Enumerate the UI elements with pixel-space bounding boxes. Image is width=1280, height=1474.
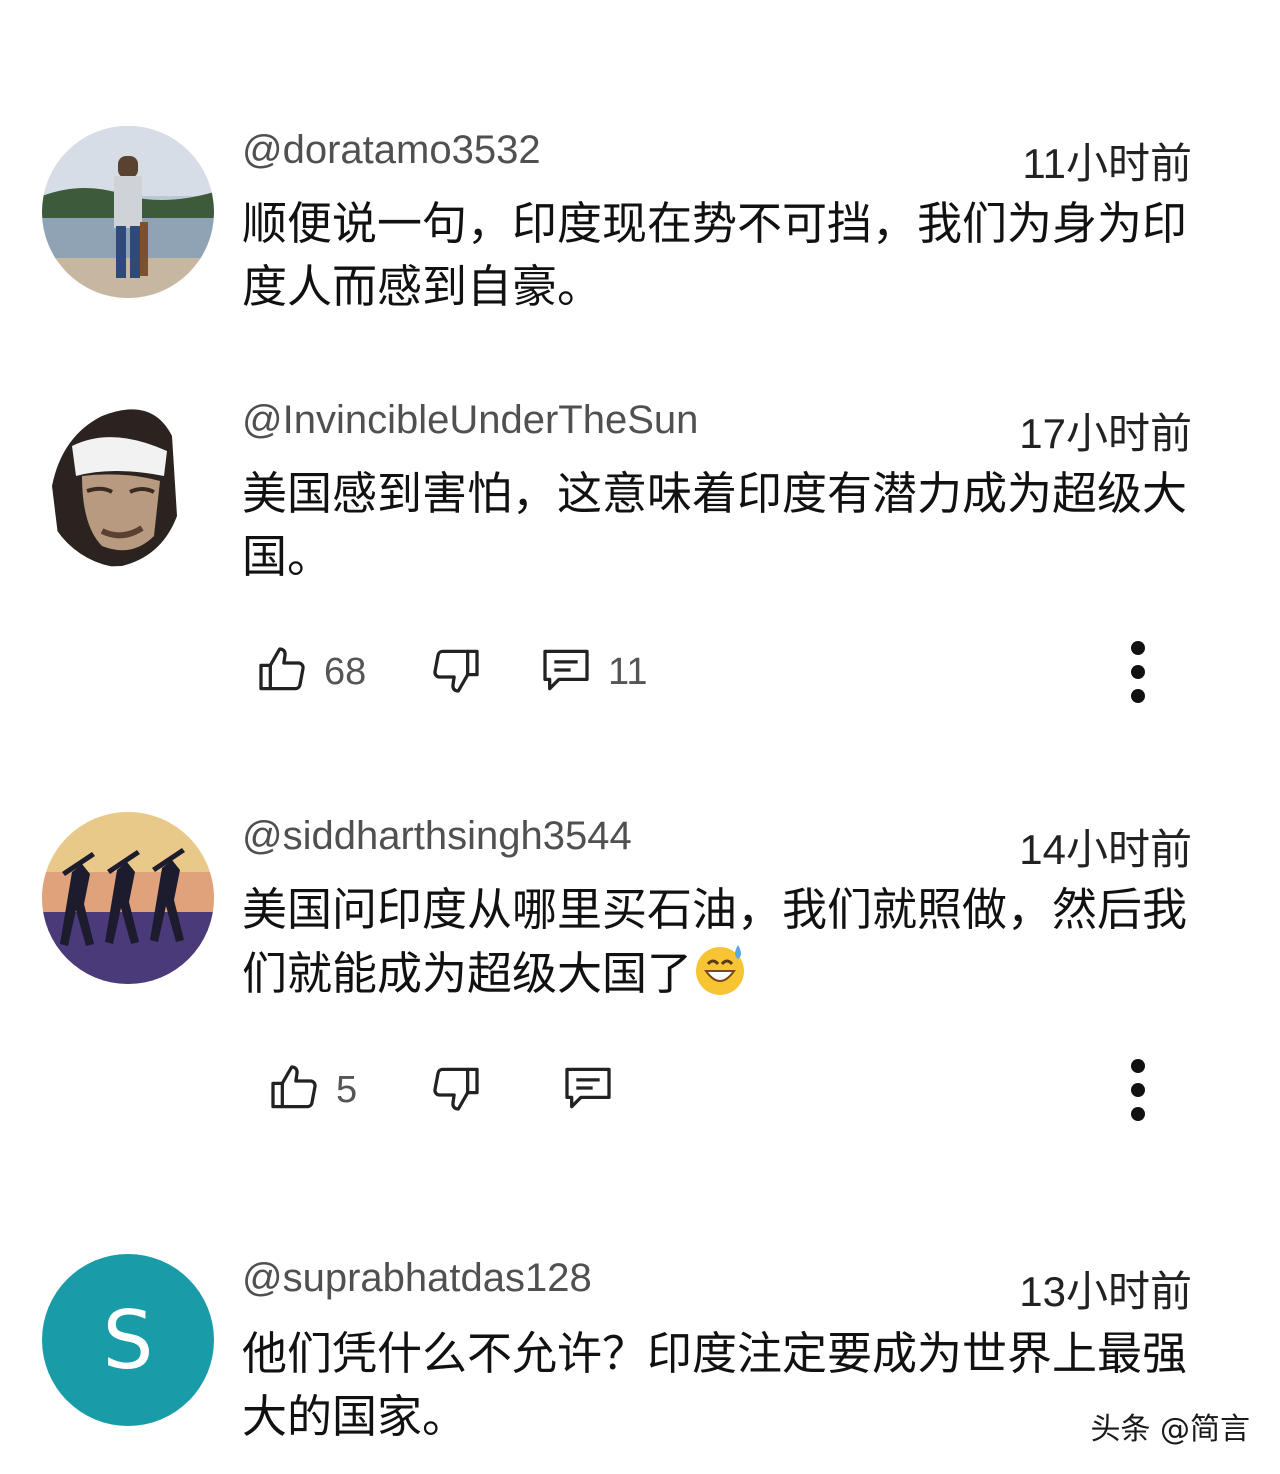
avatar-letter: S [102,1293,154,1387]
dislike-button[interactable] [428,642,484,702]
comment-text: 美国感到害怕，这意味着印度有潜力成为超级大国。 [242,467,1188,583]
like-button[interactable]: 5 [266,1060,357,1120]
comment-author[interactable]: @doratamo3532 [242,128,541,173]
comment-text: 顺便说一句，印度现在势不可挡，我们为身为印度人而感到自豪。 [242,197,1188,313]
more-options-button[interactable] [1120,1050,1156,1130]
like-count: 68 [324,650,367,693]
watermark: 头条 @简言 [1090,1412,1250,1447]
comment-author[interactable]: @suprabhatdas128 [242,1256,592,1301]
comment-author[interactable]: @siddharthsingh3544 [242,814,632,859]
like-count: 5 [336,1068,358,1111]
comment-time: 17小时前 [1019,410,1192,457]
comment-time: 11小时前 [1022,140,1192,187]
comment-icon [560,1060,616,1120]
grinning-sweat-emoji [692,941,748,997]
thumbs-up-icon [266,1060,322,1120]
avatar[interactable] [42,812,214,984]
comment-icon [538,642,594,702]
comment-time: 13小时前 [1019,1268,1192,1315]
reply-button[interactable]: 11 [538,642,647,702]
thumbs-down-icon [428,642,484,702]
avatar[interactable] [42,396,214,568]
comment-text: 美国问印度从哪里买石油，我们就照做，然后我们就能成为超级大国了 [242,878,1202,1005]
reply-button[interactable] [560,1060,630,1120]
comment-text: 他们凭什么不允许？印度注定要成为世界上最强大的国家。 [242,1327,1188,1443]
comment-time: 14小时前 [1019,826,1192,873]
comment-actions: 5 [0,1050,1280,1130]
more-vert-icon [1120,641,1156,716]
more-options-button[interactable] [1120,632,1156,712]
reply-count: 11 [608,650,648,693]
more-vert-icon [1120,1059,1156,1134]
thumbs-up-icon [254,642,310,702]
avatar[interactable]: S [42,1254,214,1426]
thumbs-down-icon [428,1060,484,1120]
comment-author[interactable]: @InvincibleUnderTheSun [242,398,698,443]
avatar[interactable] [42,126,214,298]
comment-actions: 68 11 [0,632,1280,712]
like-button[interactable]: 68 [254,642,366,702]
dislike-button[interactable] [428,1060,484,1120]
